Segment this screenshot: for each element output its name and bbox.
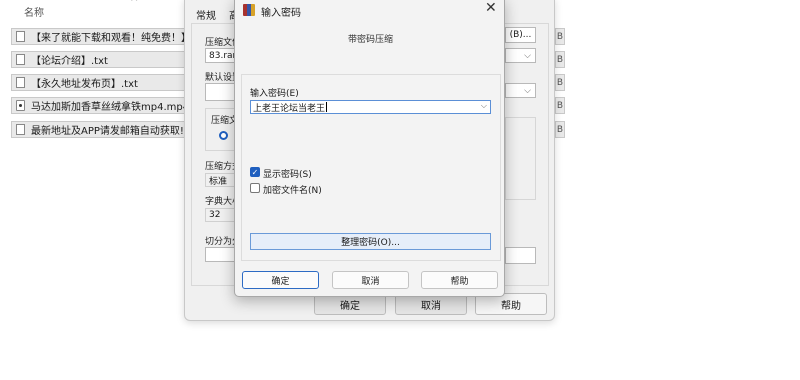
update-mode-select[interactable]: ⌵ (505, 48, 536, 63)
chevron-down-icon: ⌵ (524, 50, 531, 61)
file-name: 【论坛介绍】.txt (31, 56, 108, 67)
video-file-icon (16, 100, 25, 111)
tab-general[interactable]: 常规 (196, 7, 216, 22)
text-file-icon (16, 31, 25, 42)
archive-name-input[interactable]: 83.rar (205, 48, 237, 63)
file-size-cell: B (555, 121, 565, 138)
text-file-icon (16, 54, 25, 65)
file-row[interactable]: 最新地址及APP请发邮箱自动获取! (11, 121, 196, 138)
browse-button[interactable]: (B)... (505, 27, 536, 43)
file-size-cell: B (555, 74, 565, 91)
options-group (505, 117, 536, 200)
password-dialog: 输入密码 ✕ 带密码压缩 输入密码(E) 上老王论坛当老王 ⌵ ✓ 显示密码(S… (234, 0, 505, 297)
file-size-cell: B (555, 28, 565, 45)
file-name: 马达加斯加香草丝绒拿铁mp4.mp4 (31, 102, 190, 113)
split-unit-select[interactable] (505, 247, 536, 264)
file-name: 【永久地址发布页】.txt (31, 79, 138, 90)
file-name: 【来了就能下载和观看！纯免费！】 (31, 33, 191, 44)
file-size-cell: B (555, 51, 565, 68)
show-password-label[interactable]: 显示密码(S) (263, 167, 312, 180)
dialog-heading: 带密码压缩 (347, 35, 393, 45)
help-button[interactable]: 帮助 (421, 271, 498, 289)
file-row[interactable]: 【永久地址发布页】.txt (11, 74, 196, 91)
options-select[interactable]: ⌵ (505, 83, 536, 98)
ok-button[interactable]: 确定 (242, 271, 319, 289)
show-password-checkbox[interactable]: ✓ (250, 167, 260, 177)
cancel-button[interactable]: 取消 (332, 271, 409, 289)
winrar-app-icon (243, 4, 255, 16)
text-file-icon (16, 124, 25, 135)
encrypt-filenames-label[interactable]: 加密文件名(N) (263, 183, 322, 196)
text-cursor (326, 102, 328, 112)
password-label: 输入密码(E) (250, 89, 299, 99)
file-size-cell: B (555, 97, 565, 114)
manage-passwords-button[interactable]: 整理密码(O)... (250, 233, 491, 250)
format-radio[interactable] (219, 131, 228, 140)
column-header-name[interactable]: 名称 (24, 4, 44, 19)
password-input[interactable]: 上老王论坛当老王 ⌵ (250, 100, 491, 114)
dictionary-select[interactable]: 32 (205, 208, 237, 222)
file-name: 最新地址及APP请发邮箱自动获取! (31, 126, 184, 137)
password-value: 上老王论坛当老王 (253, 103, 326, 114)
profiles-button[interactable] (205, 83, 237, 101)
close-icon[interactable]: ✕ (485, 0, 497, 16)
text-file-icon (16, 77, 25, 88)
encrypt-filenames-checkbox[interactable] (250, 183, 260, 193)
file-row[interactable]: 【论坛介绍】.txt (11, 51, 196, 68)
file-row[interactable]: 【来了就能下载和观看！纯免费！】 (11, 28, 196, 45)
chevron-down-icon[interactable]: ⌵ (481, 101, 487, 111)
chevron-down-icon: ⌵ (524, 85, 531, 96)
dialog-title: 输入密码 (261, 8, 301, 19)
method-select[interactable]: 标准 (205, 173, 237, 187)
sort-chevron-icon: ^ (130, 0, 139, 8)
split-volumes-input[interactable] (205, 247, 237, 262)
file-row[interactable]: 马达加斯加香草丝绒拿铁mp4.mp4 (11, 97, 196, 114)
